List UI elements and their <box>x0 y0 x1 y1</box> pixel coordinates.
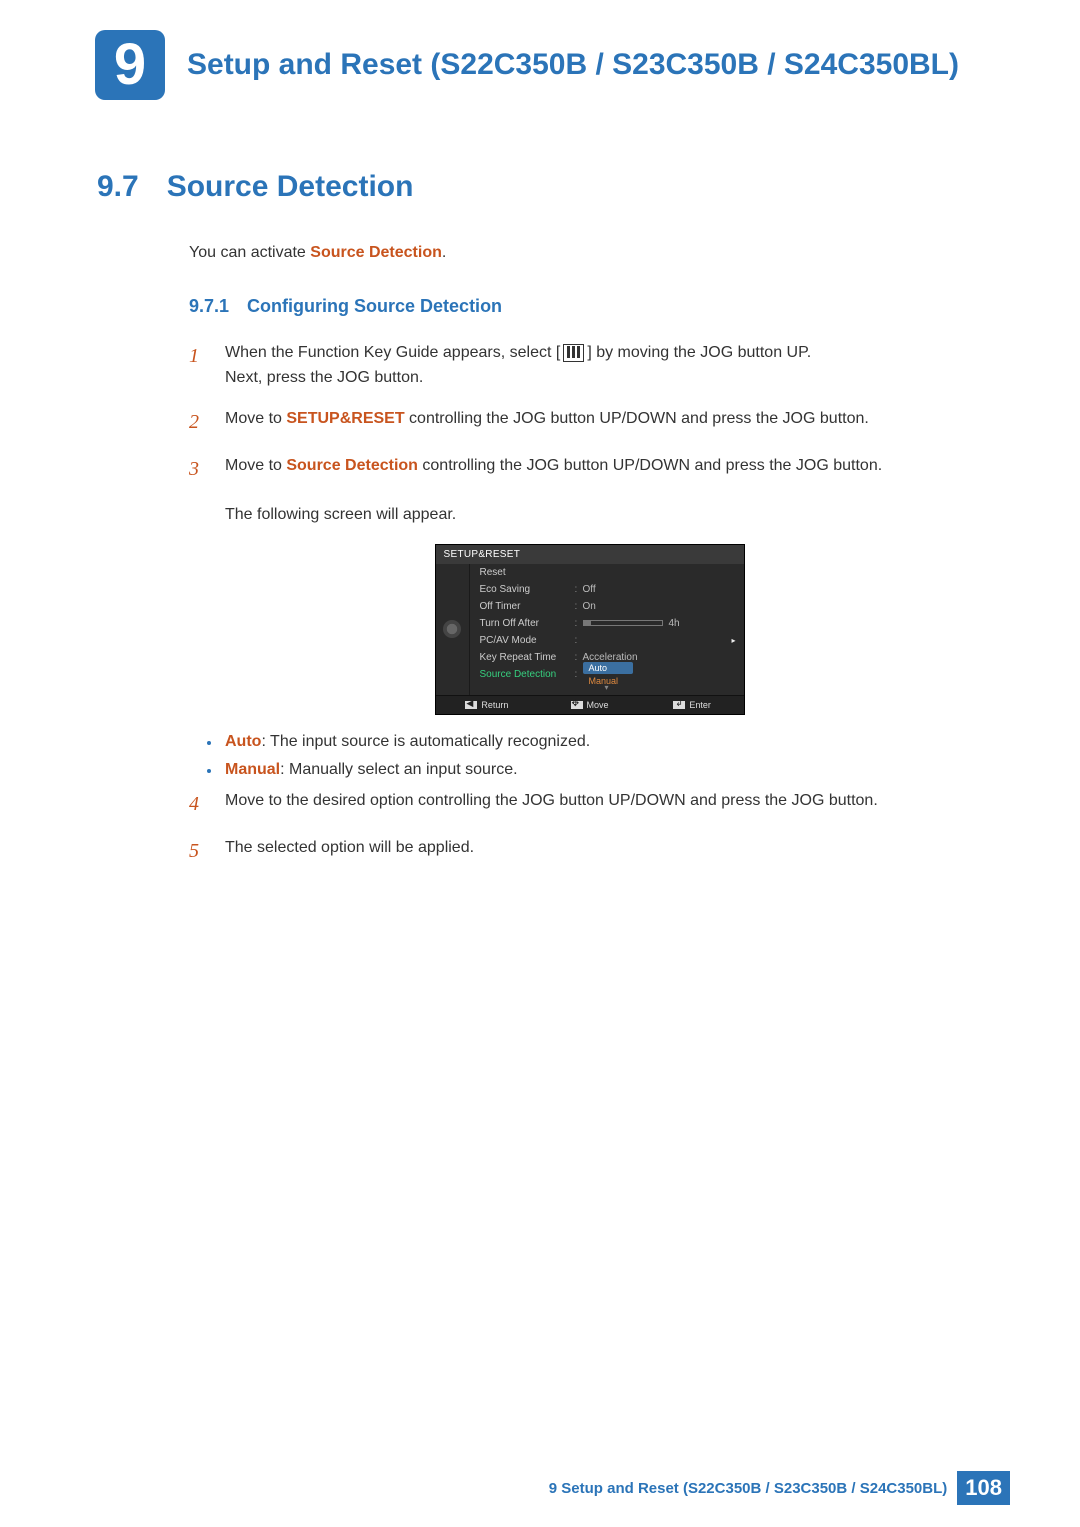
bullet-accent: Manual <box>225 761 280 778</box>
step-5-text: The selected option will be applied. <box>225 836 990 867</box>
step-number: 3 <box>189 454 207 528</box>
intro-suffix: . <box>442 244 446 261</box>
bullet-text: : The input source is automatically reco… <box>261 733 590 750</box>
step-1: 1 When the Function Key Guide appears, s… <box>189 341 990 391</box>
osd-screenshot: SETUP&RESET Reset Eco Saving : Off <box>189 544 990 715</box>
step-3-accent: Source Detection <box>286 457 418 474</box>
osd-row-eco: Eco Saving : Off <box>470 581 744 598</box>
steps-list: 1 When the Function Key Guide appears, s… <box>189 341 990 528</box>
bullets-list: Auto: The input source is automatically … <box>189 733 990 779</box>
osd-foot-label: Move <box>587 700 609 710</box>
osd-key: Source Detection <box>480 669 575 680</box>
osd-row-reset: Reset <box>470 564 744 581</box>
osd-title: SETUP&RESET <box>436 545 744 564</box>
step-number: 5 <box>189 836 207 867</box>
osd-sub-value: Manual <box>583 675 738 687</box>
osd-val: On <box>583 601 738 612</box>
chapter-title: Setup and Reset (S22C350B / S23C350B / S… <box>187 46 959 84</box>
subsection-heading: 9.7.1 Configuring Source Detection <box>189 296 990 317</box>
bullet-text: : Manually select an input source. <box>280 761 517 778</box>
step-1-text-b: by moving the JOG button UP. <box>592 344 811 361</box>
osd-key: PC/AV Mode <box>480 635 575 646</box>
osd-key: Key Repeat Time <box>480 652 575 663</box>
osd-footer: Return Move Enter <box>436 695 744 714</box>
section-number: 9.7 <box>97 170 139 204</box>
osd-key: Off Timer <box>480 601 575 612</box>
page-footer: 9 Setup and Reset (S22C350B / S23C350B /… <box>549 1471 1010 1505</box>
osd-val: 4h <box>583 618 738 629</box>
osd-val: Off <box>583 584 738 595</box>
osd-sidebar <box>436 564 470 695</box>
step-2: 2 Move to SETUP&RESET controlling the JO… <box>189 407 990 438</box>
osd-foot-enter: Enter <box>641 696 744 714</box>
step-3: 3 Move to Source Detection controlling t… <box>189 454 990 528</box>
osd-key: Turn Off After <box>480 618 575 629</box>
step-2-text-a: Move to <box>225 410 286 427</box>
bullet-auto: Auto: The input source is automatically … <box>207 733 990 751</box>
footer-text: 9 Setup and Reset (S22C350B / S23C350B /… <box>549 1480 948 1497</box>
move-icon <box>571 701 583 709</box>
enter-icon <box>673 701 685 709</box>
bullet-accent: Auto <box>225 733 261 750</box>
osd-row-source-detection: Source Detection : Auto Manual <box>470 666 744 683</box>
osd-row-pcav: PC/AV Mode : ▸ <box>470 632 744 649</box>
gear-icon <box>443 620 461 638</box>
step-3-text-b: controlling the JOG button UP/DOWN and p… <box>418 457 882 474</box>
return-icon <box>465 701 477 709</box>
step-number: 1 <box>189 341 207 391</box>
osd-key: Reset <box>480 567 575 578</box>
subsection-number: 9.7.1 <box>189 296 229 317</box>
osd-val: Auto Manual <box>583 662 738 687</box>
osd-foot-move: Move <box>538 696 641 714</box>
step-number: 4 <box>189 789 207 820</box>
step-4: 4 Move to the desired option controlling… <box>189 789 990 820</box>
steps-list-cont: 4 Move to the desired option controlling… <box>189 789 990 867</box>
step-2-text-b: controlling the JOG button UP/DOWN and p… <box>405 410 869 427</box>
bullet-manual: Manual: Manually select an input source. <box>207 761 990 779</box>
osd-key: Eco Saving <box>480 584 575 595</box>
chevron-right-icon: ▸ <box>731 636 737 645</box>
osd-row-turnoff: Turn Off After : 4h <box>470 615 744 632</box>
subsection-title: Configuring Source Detection <box>247 296 502 317</box>
chapter-header: 9 Setup and Reset (S22C350B / S23C350B /… <box>95 30 990 100</box>
menu-icon <box>563 344 584 362</box>
intro-prefix: You can activate <box>189 244 310 261</box>
step-5: 5 The selected option will be applied. <box>189 836 990 867</box>
osd-foot-return: Return <box>436 696 539 714</box>
step-1-text-a: When the Function Key Guide appears, sel… <box>225 344 556 361</box>
step-number: 2 <box>189 407 207 438</box>
osd-turnoff-value: 4h <box>669 618 680 629</box>
section-title: Source Detection <box>167 170 414 204</box>
osd-row-timer: Off Timer : On <box>470 598 744 615</box>
osd-foot-label: Enter <box>689 700 711 710</box>
step-1-text-c: Next, press the JOG button. <box>225 369 423 386</box>
step-3-text-c: The following screen will appear. <box>225 506 456 523</box>
chapter-number-badge: 9 <box>95 30 165 100</box>
osd-selected-value: Auto <box>583 662 633 674</box>
section-heading: 9.7 Source Detection <box>95 170 990 204</box>
intro-text: You can activate Source Detection. <box>189 244 990 262</box>
step-3-text-a: Move to <box>225 457 286 474</box>
step-4-text: Move to the desired option controlling t… <box>225 789 990 820</box>
intro-accent: Source Detection <box>310 244 442 261</box>
page-number: 108 <box>957 1471 1010 1505</box>
step-2-accent: SETUP&RESET <box>286 410 404 427</box>
osd-foot-label: Return <box>481 700 508 710</box>
